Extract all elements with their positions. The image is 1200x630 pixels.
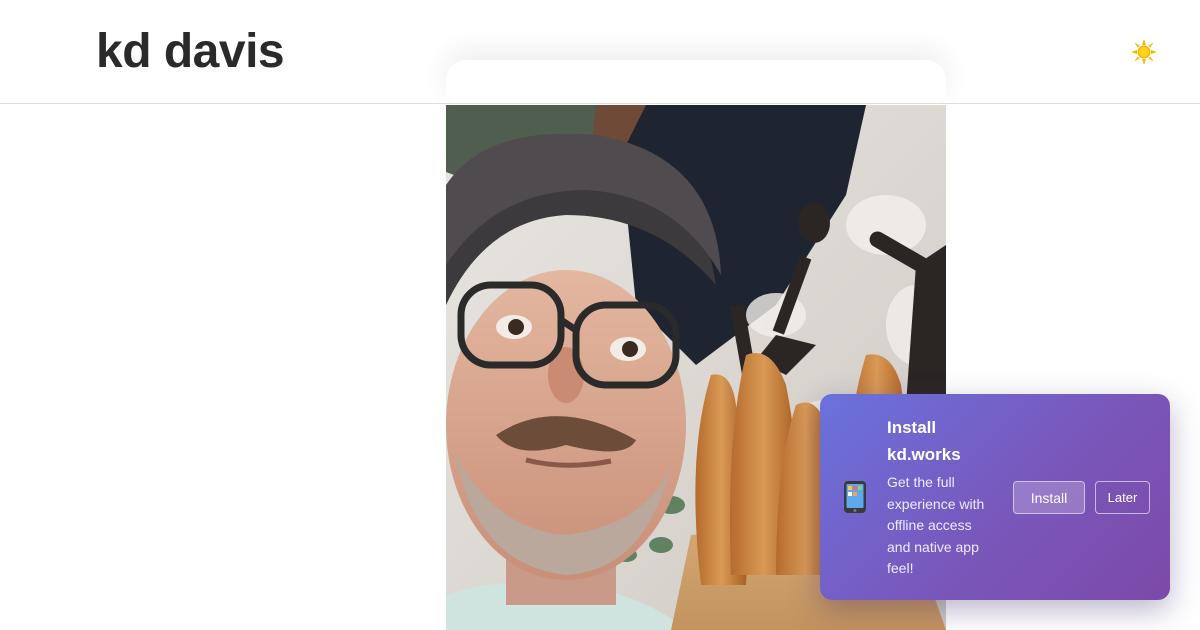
mobile-phone-icon bbox=[840, 477, 870, 517]
sun-icon bbox=[1131, 39, 1157, 65]
install-description: Get the full experience with offline acc… bbox=[887, 474, 985, 576]
install-text: Install kd.works Get the full experience… bbox=[887, 414, 997, 580]
install-prompt-card: Install kd.works Get the full experience… bbox=[820, 394, 1170, 600]
install-button[interactable]: Install bbox=[1013, 481, 1085, 514]
install-title: Install kd.works bbox=[887, 418, 961, 464]
later-button[interactable]: Later bbox=[1095, 481, 1150, 514]
site-title[interactable]: kd davis bbox=[96, 22, 285, 82]
photo-shadow bbox=[446, 60, 946, 110]
theme-toggle-button[interactable] bbox=[1128, 36, 1160, 68]
